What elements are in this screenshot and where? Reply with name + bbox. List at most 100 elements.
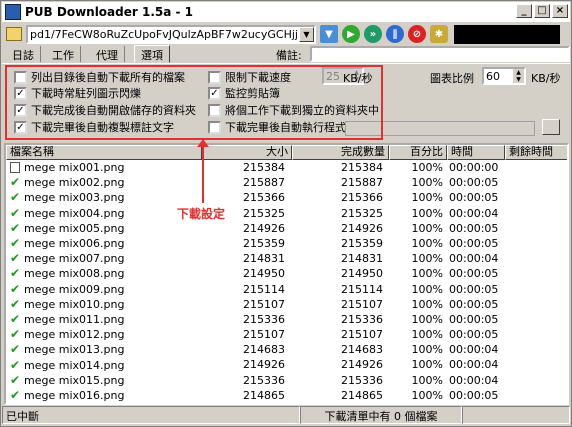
- column-header-remaining[interactable]: 剩餘時間: [505, 145, 567, 160]
- cell-remaining: [506, 312, 567, 327]
- toolbar: pd1/7FeCW8oRuZcUpoFvJQulzApBF7w2ucyGCHjj…: [2, 23, 570, 45]
- table-row[interactable]: ✔ mege mix016.png 214865 214865 100% 00:00:05: [6, 387, 567, 403]
- table-row[interactable]: ✔ mege mix015.png 215336 215336 100% 00:00:04: [6, 373, 567, 388]
- cell-size: 215336: [243, 312, 285, 326]
- cell-remaining: [506, 342, 567, 357]
- url-combobox[interactable]: pd1/7FeCW8oRuZcUpoFvJQulzApBF7w2ucyGCHjj…: [26, 24, 316, 44]
- window-title: PUB Downloader 1.5a - 1: [25, 5, 194, 19]
- column-header-time[interactable]: 時間: [447, 145, 505, 160]
- note-label: 備註:: [276, 49, 302, 62]
- file-icon: [10, 162, 20, 174]
- cell-done: 215114: [341, 282, 383, 296]
- cell-done: 215325: [341, 206, 383, 220]
- cell-size: 214926: [243, 358, 285, 372]
- table-row[interactable]: ✔ mege mix010.png 215107 215107 100% 00:00:05: [6, 297, 567, 312]
- cell-size: 214831: [243, 252, 285, 266]
- cell-time: 00:00:04: [449, 252, 499, 266]
- cell-done: 215384: [341, 161, 383, 174]
- table-row[interactable]: ✔ mege mix013.png 214683 214683 100% 00:00:04: [6, 342, 567, 357]
- browse-button[interactable]: [542, 119, 560, 135]
- cell-name: ✔ mege mix008.png: [9, 266, 125, 281]
- cell-size: 215366: [243, 191, 285, 205]
- cell-remaining: [506, 357, 567, 372]
- settings-icon[interactable]: ✱: [430, 25, 448, 43]
- cell-remaining: [506, 206, 567, 221]
- chart-ratio-unit: KB/秒: [531, 72, 561, 85]
- tab-options[interactable]: 選項: [134, 45, 170, 63]
- tab-proxy[interactable]: 代理: [90, 46, 125, 62]
- cell-name: ✔ mege mix016.png: [9, 387, 125, 402]
- pause-icon[interactable]: ∥: [386, 25, 404, 43]
- table-row[interactable]: ✔ mege mix006.png 215359 215359 100% 00:00:05: [6, 236, 567, 251]
- cell-time: 00:00:05: [449, 267, 499, 281]
- cell-remaining: [506, 221, 567, 236]
- cell-name: ✔ mege mix002.png: [9, 175, 125, 190]
- close-button[interactable]: ×: [552, 4, 568, 18]
- cell-name: ✔ mege mix007.png: [9, 251, 125, 266]
- table-row[interactable]: ✔ mege mix012.png 215107 215107 100% 00:00:05: [6, 327, 567, 342]
- cell-time: 00:00:05: [449, 282, 499, 296]
- fast-forward-icon[interactable]: »: [364, 25, 382, 43]
- note-input[interactable]: [310, 46, 570, 62]
- cell-percent: 100%: [411, 328, 443, 342]
- filter-icon[interactable]: ▼: [320, 25, 338, 43]
- play-icon[interactable]: ▶: [342, 25, 360, 43]
- tab-log[interactable]: 日誌: [6, 46, 41, 62]
- column-header-size[interactable]: 大小: [202, 145, 292, 160]
- title-bar: PUB Downloader 1.5a - 1 _ □ ×: [2, 2, 570, 22]
- cell-done: 214926: [341, 221, 383, 235]
- tab-jobs[interactable]: 工作: [46, 46, 81, 62]
- table-row[interactable]: ✔ mege mix009.png 215114 215114 100% 00:00:05: [6, 281, 567, 297]
- table-row[interactable]: ✔ mege mix002.png 215887 215887 100% 00:00:05: [6, 175, 567, 190]
- minimize-button[interactable]: _: [516, 4, 532, 18]
- table-row[interactable]: ✔ mege mix014.png 214926 214926 100% 00:00:04: [6, 357, 567, 372]
- cell-size: 214950: [243, 267, 285, 281]
- cell-percent: 100%: [411, 221, 443, 235]
- cell-name: ✔ mege mix009.png: [9, 281, 125, 296]
- cell-size: 214683: [243, 343, 285, 357]
- table-row[interactable]: ✔ mege mix007.png 214831 214831 100% 00:00:04: [6, 251, 567, 266]
- check-icon: ✔: [9, 190, 21, 205]
- check-icon: ✔: [9, 342, 21, 357]
- cell-remaining: [506, 373, 567, 388]
- cell-percent: 100%: [411, 373, 443, 387]
- maximize-button[interactable]: □: [534, 4, 550, 18]
- check-icon: ✔: [9, 220, 21, 235]
- cell-size: 215114: [243, 282, 285, 296]
- cell-name: ✔ mege mix013.png: [9, 342, 125, 357]
- table-row[interactable]: ✔ mege mix008.png 214950 214950 100% 00:00:05: [6, 266, 567, 281]
- cell-percent: 100%: [411, 161, 443, 174]
- tab-bar: 日誌 工作 代理 選項 備註:: [2, 45, 570, 63]
- check-icon: ✔: [9, 387, 21, 402]
- cell-time: 00:00:04: [449, 373, 499, 387]
- url-input[interactable]: pd1/7FeCW8oRuZcUpoFvJQulzApBF7w2ucyGCHjj…: [28, 28, 300, 41]
- table-row[interactable]: ✔ mege mix011.png 215336 215336 100% 00:00:05: [6, 312, 567, 327]
- cell-percent: 100%: [411, 282, 443, 296]
- open-folder-icon[interactable]: [6, 27, 22, 41]
- column-header-name[interactable]: 檔案名稱: [6, 145, 202, 160]
- cell-time: 00:00:04: [449, 343, 499, 357]
- cell-remaining: [506, 266, 567, 281]
- table-row[interactable]: mege mix001.png 215384 215384 100% 00:00:00: [6, 160, 567, 175]
- chevron-down-icon[interactable]: ▼: [299, 26, 314, 42]
- table-row[interactable]: ✔ mege mix004.png 215325 215325 100% 00:00:04: [6, 206, 567, 221]
- column-header-percent[interactable]: 百分比: [389, 145, 447, 160]
- cell-done: 214865: [341, 388, 383, 402]
- table-row[interactable]: ✔ mege mix005.png 214926 214926 100% 00:00:05: [6, 220, 567, 236]
- chart-ratio-spinner[interactable]: 60 ▲ ▼: [482, 67, 526, 85]
- cell-name: ✔ mege mix005.png: [9, 220, 125, 235]
- column-header-done[interactable]: 完成數量: [292, 145, 389, 160]
- download-list[interactable]: 檔案名稱 大小 完成數量 百分比 時間 剩餘時間 mege mix001.png…: [4, 143, 569, 405]
- check-icon: ✔: [9, 175, 21, 190]
- check-icon: ✔: [9, 236, 21, 251]
- cell-percent: 100%: [411, 358, 443, 372]
- cell-done: 215366: [341, 191, 383, 205]
- table-row[interactable]: ✔ mege mix003.png 215366 215366 100% 00:00:05: [6, 190, 567, 205]
- cell-size: 215336: [243, 373, 285, 387]
- cell-time: 00:00:04: [449, 358, 499, 372]
- cell-done: 215107: [341, 297, 383, 311]
- spinner-arrows-icon[interactable]: ▲ ▼: [513, 69, 524, 83]
- cell-percent: 100%: [411, 176, 443, 190]
- stop-icon[interactable]: ⊘: [408, 25, 426, 43]
- cell-remaining: [506, 160, 567, 175]
